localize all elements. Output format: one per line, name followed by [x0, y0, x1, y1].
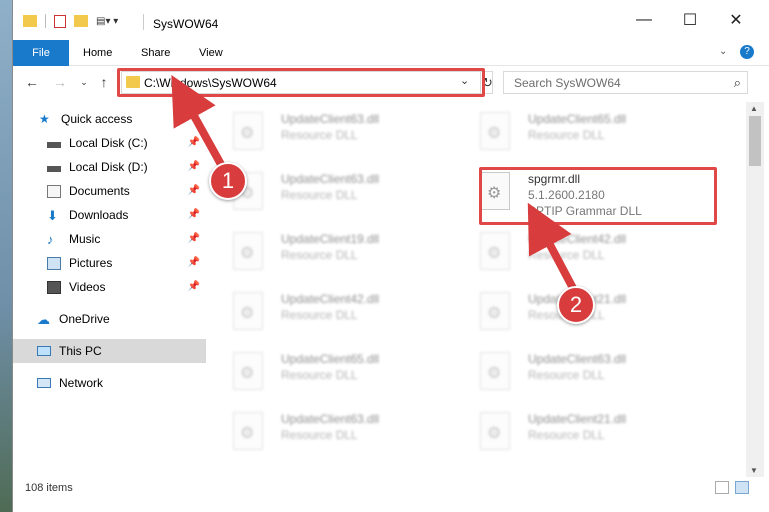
arrow-to-file	[527, 202, 579, 296]
annotation-arrows	[171, 75, 579, 296]
step-badge-2: 2	[557, 286, 595, 324]
explorer-window: ▤▾ ▾ SysWOW64 — ☐ ✕ File Home Share View…	[12, 0, 769, 512]
step-badge-1: 1	[209, 162, 247, 200]
arrow-to-address	[171, 75, 227, 172]
